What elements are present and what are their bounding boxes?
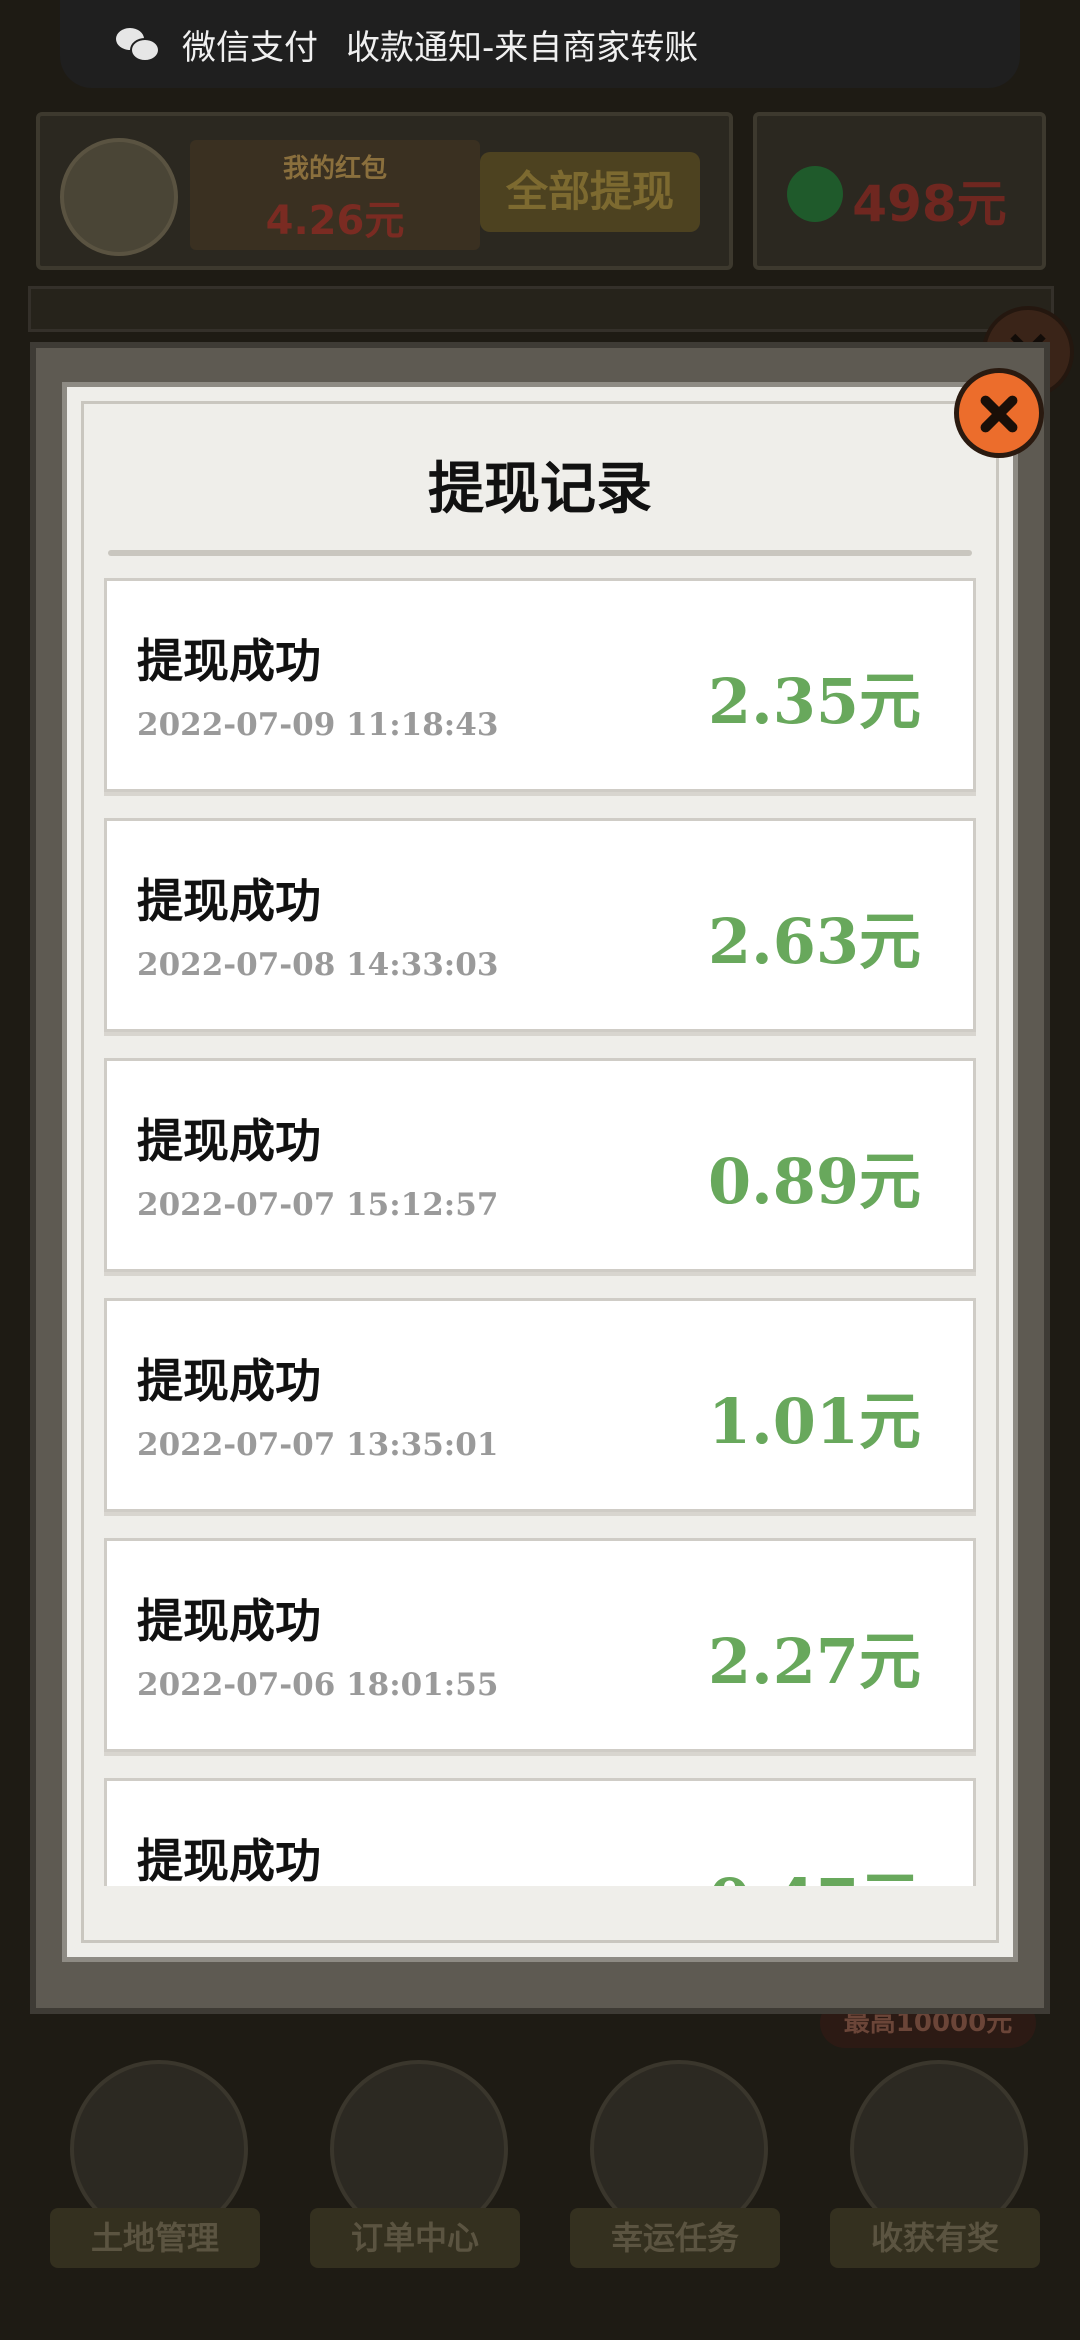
bottom-nav: 土地管理 订单中心 幸运任务 收获有奖 [0, 2040, 1080, 2280]
payment-notification[interactable]: 微信支付 收款通知-来自商家转账 [60, 0, 1020, 88]
record-status: 提现成功 [137, 1594, 321, 1648]
user-card: 我的红包 4.26元 全部提现 [36, 112, 734, 270]
record-time: 2022-07-09 11:18:43 [137, 707, 499, 743]
record-amount: 2.63元 [707, 905, 921, 978]
modal-panel: 提现记录 提现成功 2022-07-09 11:18:43 2.35元 提现成功… [81, 401, 999, 1943]
record-amount: 1.01元 [707, 1385, 921, 1458]
record-status: 提现成功 [137, 874, 321, 928]
record-time: 2022-07-07 13:35:01 [137, 1427, 499, 1463]
withdraw-records-modal: 提现记录 提现成功 2022-07-09 11:18:43 2.35元 提现成功… [30, 342, 1050, 2014]
record-amount: 2.35元 [707, 665, 921, 738]
list-item: 提现成功 2022-07-08 14:33:03 2.63元 [104, 818, 976, 1032]
record-time: 2022-07-08 14:33:03 [137, 947, 499, 983]
nav-harvest-reward: 收获有奖 [830, 2040, 1040, 2280]
record-status: 提现成功 [137, 634, 321, 688]
nav-label: 幸运任务 [570, 2208, 780, 2268]
modal-title: 提现记录 [428, 456, 652, 522]
list-item: 提现成功 2022-07-07 15:12:57 0.89元 [104, 1058, 976, 1272]
record-status: 提现成功 [137, 1834, 321, 1886]
nav-label: 收获有奖 [830, 2208, 1040, 2268]
nav-land-management: 土地管理 [50, 2040, 260, 2280]
notification-message: 收款通知-来自商家转账 [346, 27, 699, 68]
redpack-value: 4.26元 [265, 198, 405, 244]
wallet-card: 498元 [753, 112, 1046, 270]
records-list[interactable]: 提现成功 2022-07-09 11:18:43 2.35元 提现成功 2022… [104, 578, 976, 1886]
list-item: 提现成功 2022-07-09 11:18:43 2.35元 [104, 578, 976, 792]
avatar [60, 138, 178, 256]
record-status: 提现成功 [137, 1354, 321, 1408]
nav-lucky-task: 幸运任务 [570, 2040, 780, 2280]
nav-label: 土地管理 [50, 2208, 260, 2268]
redpack-panel: 我的红包 4.26元 [190, 140, 480, 250]
wallet-value: 498元 [852, 175, 1007, 233]
nav-order-center: 订单中心 [310, 2040, 520, 2280]
modal-frame: 提现记录 提现成功 2022-07-09 11:18:43 2.35元 提现成功… [62, 382, 1018, 1962]
wechat-icon [787, 166, 844, 222]
wechat-icon [116, 26, 160, 62]
record-status: 提现成功 [137, 1114, 321, 1168]
background-strip [28, 286, 1054, 332]
nav-label: 订单中心 [310, 2208, 520, 2268]
list-item: 提现成功 0.47元 [104, 1778, 976, 1886]
record-amount: 2.27元 [707, 1625, 921, 1698]
divider [108, 550, 972, 556]
list-item: 提现成功 2022-07-07 13:35:01 1.01元 [104, 1298, 976, 1512]
withdraw-all-button: 全部提现 [480, 152, 700, 232]
record-time: 2022-07-06 18:01:55 [137, 1667, 499, 1703]
close-button[interactable] [954, 368, 1044, 458]
record-time: 2022-07-07 15:12:57 [137, 1187, 499, 1223]
list-item: 提现成功 2022-07-06 18:01:55 2.27元 [104, 1538, 976, 1752]
redpack-title: 我的红包 [282, 154, 387, 184]
notification-app-name: 微信支付 [182, 27, 318, 68]
record-amount: 0.89元 [707, 1145, 921, 1218]
top-bar: 我的红包 4.26元 全部提现 498元 [36, 112, 1046, 272]
record-amount: 0.47元 [708, 1851, 921, 1886]
